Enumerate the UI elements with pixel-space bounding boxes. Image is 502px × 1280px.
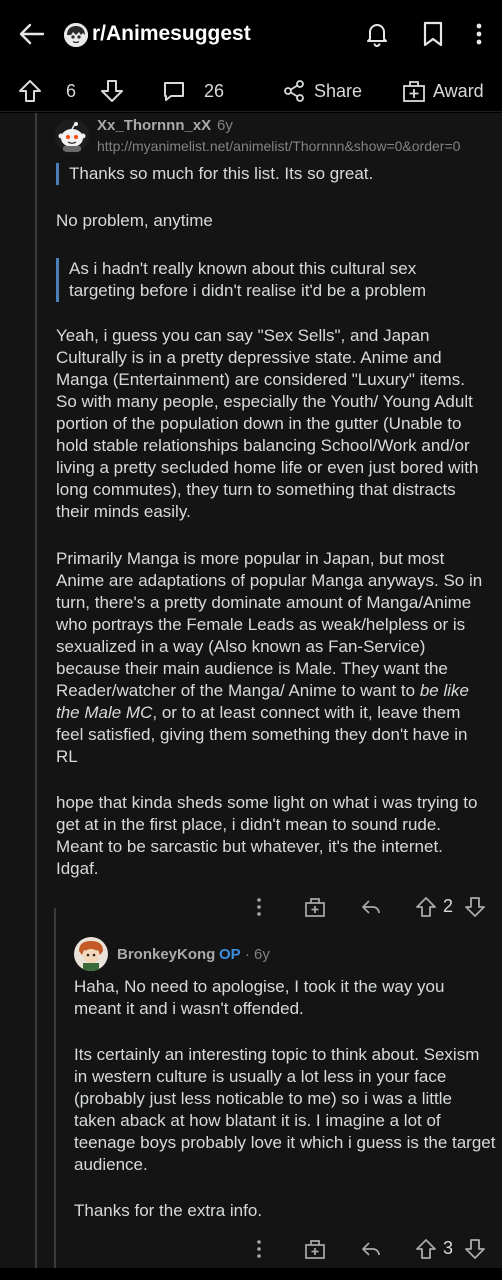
subreddit-avatar[interactable] xyxy=(64,23,88,47)
comment-score: 3 xyxy=(443,1238,454,1258)
op-badge: OP xyxy=(219,946,241,963)
comment-count: 26 xyxy=(204,80,225,101)
comment-actions: 2 xyxy=(0,895,502,923)
comment-paragraph: Primarily Manga is more popular in Japan… xyxy=(56,548,490,768)
comment-score: 2 xyxy=(443,896,454,916)
more-options-icon[interactable] xyxy=(247,1237,271,1261)
share-button[interactable]: Share xyxy=(282,78,362,104)
more-vertical-icon[interactable] xyxy=(468,20,490,48)
quoted-text: As i hadn't really known about this cult… xyxy=(56,258,481,302)
post-score: 6 xyxy=(66,78,76,104)
comment-age: · 6y xyxy=(244,946,270,963)
comment-paragraph: hope that kinda sheds some light on what… xyxy=(56,793,478,878)
comment-paragraph: Thanks for the extra info. xyxy=(74,1201,263,1220)
award-gift-icon[interactable] xyxy=(303,1237,327,1261)
reply-icon[interactable] xyxy=(359,1237,383,1261)
upvote-arrow-icon[interactable] xyxy=(414,1237,438,1261)
user-avatar[interactable] xyxy=(74,937,108,971)
comment-paragraph: Its certainly an interesting topic to th… xyxy=(74,1045,496,1174)
comment-paragraph: Haha, No need to apologise, I took it th… xyxy=(74,977,445,1018)
subreddit-name[interactable]: r/Animesuggest xyxy=(92,22,251,46)
award-button[interactable]: Award xyxy=(402,78,484,104)
comment-age: 6y xyxy=(217,117,233,134)
share-label: Share xyxy=(314,80,363,101)
paragraph-text: Primarily Manga is more popular in Japan… xyxy=(56,549,483,700)
comment-author[interactable]: BronkeyKong xyxy=(117,946,215,963)
comment-author[interactable]: Xx_Thornnn_xX xyxy=(97,117,211,134)
comment-actions: 3 xyxy=(0,1237,502,1265)
back-arrow-icon[interactable] xyxy=(16,18,48,50)
award-label: Award xyxy=(433,80,484,101)
comment-paragraph: Yeah, i guess you can say "Sex Sells", a… xyxy=(56,326,479,521)
upvote-arrow-icon xyxy=(18,79,42,103)
notification-bell-icon[interactable] xyxy=(364,21,390,47)
share-icon xyxy=(282,79,306,103)
bookmark-icon[interactable] xyxy=(420,20,446,48)
award-gift-icon xyxy=(402,79,426,103)
comment-bubble-icon xyxy=(162,79,186,103)
thread-line[interactable] xyxy=(35,113,37,1280)
user-avatar[interactable] xyxy=(55,119,89,153)
thread-line[interactable] xyxy=(54,908,56,1280)
downvote-arrow-icon xyxy=(100,79,124,103)
user-flair[interactable]: http://myanimelist.net/animelist/Thornnn… xyxy=(97,138,487,154)
top-app-bar: r/Animesuggest xyxy=(0,0,502,68)
quoted-text: Thanks so much for this list. Its so gre… xyxy=(56,163,476,185)
upvote-arrow-icon[interactable] xyxy=(414,895,438,919)
reply-icon[interactable] xyxy=(359,895,383,919)
more-options-icon[interactable] xyxy=(247,895,271,919)
post-score-text: 6 xyxy=(66,80,77,101)
downvote-arrow-icon[interactable] xyxy=(463,1237,487,1261)
downvote-button[interactable] xyxy=(100,78,124,104)
op-badge-and-age: OP · 6y xyxy=(219,946,270,963)
post-action-bar: 6 26 Share Award xyxy=(0,70,502,112)
comment-paragraph: No problem, anytime xyxy=(56,211,213,230)
downvote-arrow-icon[interactable] xyxy=(463,895,487,919)
bottom-edge xyxy=(0,1268,502,1280)
upvote-button[interactable] xyxy=(18,78,42,104)
comments-button[interactable]: 26 xyxy=(162,78,224,104)
award-gift-icon[interactable] xyxy=(303,895,327,919)
